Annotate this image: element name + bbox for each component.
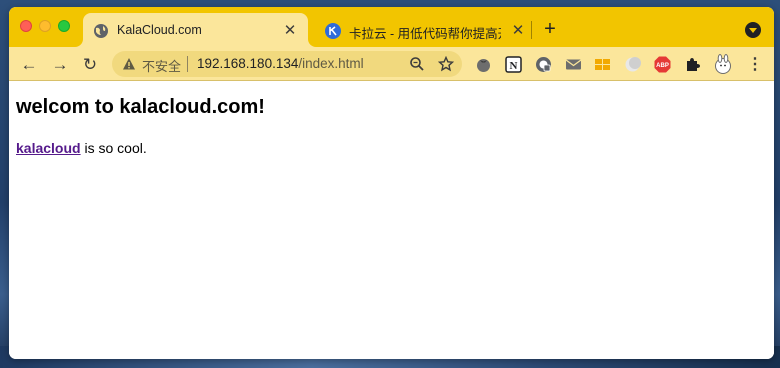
security-status[interactable]: 不安全	[142, 56, 181, 75]
tab-title: 卡拉云 - 用低代码帮你提高开发效率	[349, 27, 501, 41]
browser-window: KalaCloud.com ✕ 卡拉云 - 用低代码帮你提高开发效率 ✕ + ←…	[9, 7, 774, 359]
new-tab-button[interactable]: +	[540, 19, 560, 39]
tab-close-icon[interactable]: ✕	[281, 22, 299, 40]
forward-button[interactable]: →	[49, 54, 71, 76]
url-text[interactable]: 192.168.180.134/index.html	[197, 56, 364, 71]
browser-menu-icon[interactable]: ⋮	[744, 54, 766, 76]
tab-title: KalaCloud.com	[117, 23, 202, 37]
globe-icon	[94, 24, 108, 38]
grid-icon[interactable]	[594, 56, 611, 73]
tab-separator	[531, 21, 532, 39]
warning-icon	[123, 58, 135, 70]
zoom-icon[interactable]	[409, 56, 425, 72]
password-manager-icon[interactable]	[535, 56, 552, 73]
url-path: /index.html	[298, 56, 364, 71]
tab-close-icon[interactable]: ✕	[509, 22, 527, 40]
page-content: welcom to kalacloud.com! kalacloud is so…	[9, 82, 774, 359]
reload-button[interactable]: ↻	[79, 54, 101, 76]
mail-icon[interactable]	[565, 56, 582, 73]
abp-icon-label: ABP	[656, 63, 669, 69]
omnibox-divider	[187, 56, 188, 72]
kalacloud-logo-icon	[325, 23, 341, 39]
paragraph-text: is so cool.	[80, 140, 147, 156]
tomato-icon[interactable]	[475, 56, 492, 73]
url-host: 192.168.180.134	[197, 56, 299, 71]
tab-strip: KalaCloud.com ✕ 卡拉云 - 用低代码帮你提高开发效率 ✕ +	[9, 7, 774, 47]
window-minimize-button[interactable]	[39, 20, 51, 32]
address-bar[interactable]: 不安全 192.168.180.134/index.html	[112, 51, 462, 77]
page-paragraph: kalacloud is so cool.	[16, 140, 147, 156]
tab-kalacloud-cn[interactable]: 卡拉云 - 用低代码帮你提高开发效率 ✕	[309, 13, 531, 47]
tab-kalacloud-active[interactable]: KalaCloud.com ✕	[83, 13, 308, 47]
puzzle-icon[interactable]	[684, 56, 701, 73]
kalacloud-link[interactable]: kalacloud	[16, 140, 81, 156]
abp-icon[interactable]: ABP	[654, 56, 671, 73]
bookmark-star-icon[interactable]	[438, 56, 454, 72]
browser-toolbar: ← → ↻ 不安全 192.168.180.134/index.html N A…	[9, 47, 774, 81]
back-button[interactable]: ←	[18, 54, 40, 76]
window-close-button[interactable]	[20, 20, 32, 32]
tab-search-chevron-icon[interactable]	[745, 22, 761, 38]
bunny-avatar-icon[interactable]	[713, 54, 733, 74]
notion-icon[interactable]: N	[505, 56, 522, 73]
notion-icon-label: N	[510, 60, 518, 72]
moon-icon[interactable]	[624, 56, 641, 73]
window-maximize-button[interactable]	[58, 20, 70, 32]
page-heading: welcom to kalacloud.com!	[16, 96, 265, 118]
